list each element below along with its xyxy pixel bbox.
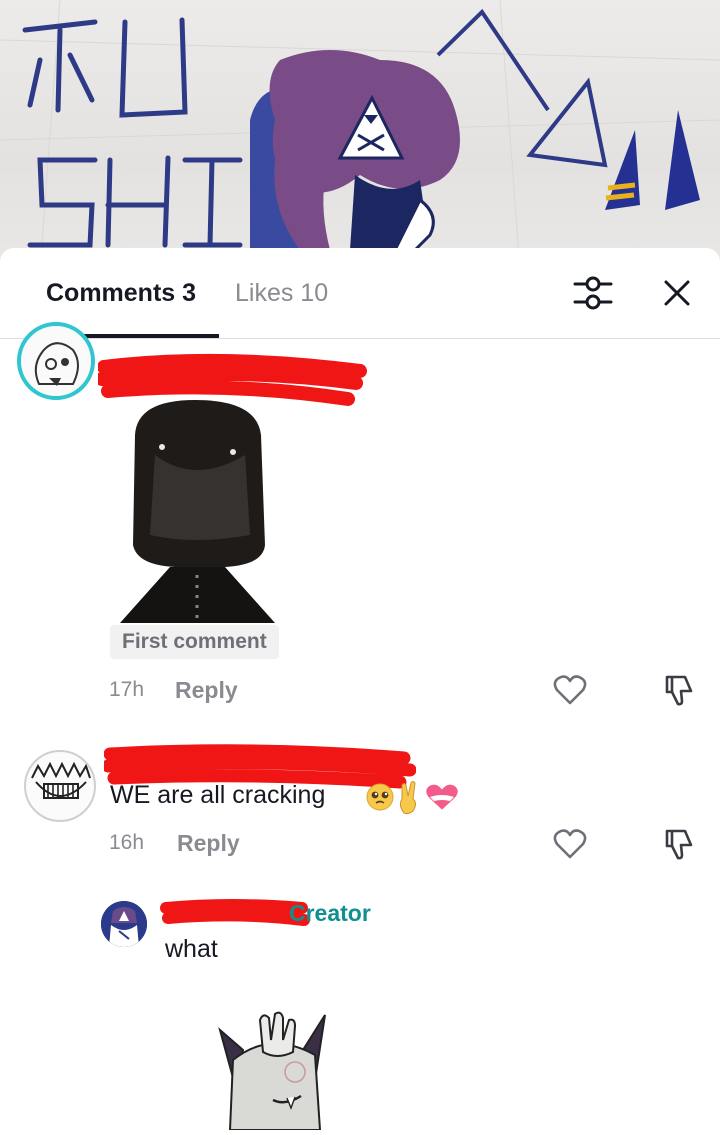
victory-hand-icon: [399, 781, 416, 815]
sticker-image[interactable]: [115, 395, 285, 623]
first-comment-tag: First comment: [110, 625, 279, 659]
heart-icon[interactable]: [553, 828, 587, 865]
artwork-drawing: [0, 0, 720, 270]
artwork-lettering: [22, 17, 243, 248]
heart-icon[interactable]: [553, 674, 587, 711]
comment-timestamp: 17h: [109, 678, 145, 701]
commenter-avatar[interactable]: [17, 322, 95, 400]
sliders-icon[interactable]: [572, 272, 614, 319]
commenter-avatar[interactable]: [24, 750, 96, 822]
tab-comments[interactable]: Comments 3: [46, 278, 196, 308]
reply-button[interactable]: Reply: [175, 676, 238, 704]
reply-button[interactable]: Reply: [177, 829, 240, 857]
creator-avatar[interactable]: [101, 901, 147, 947]
creator-badge: Creator: [289, 900, 371, 926]
close-icon[interactable]: [660, 276, 694, 315]
comment-timestamp: 16h: [109, 831, 145, 854]
redaction-mark: [160, 899, 310, 926]
thumbs-down-icon[interactable]: [663, 827, 695, 866]
thumbs-down-icon[interactable]: [663, 673, 695, 712]
comment-text: what: [165, 935, 218, 963]
sticker-image[interactable]: [215, 1010, 330, 1131]
heart-icon: [424, 782, 460, 813]
emoji-group: [366, 779, 466, 820]
tab-likes[interactable]: Likes 10: [235, 278, 328, 308]
pleading-face-icon: [366, 783, 394, 811]
comment-text: WE are all cracking: [110, 781, 326, 809]
video-artwork: [0, 0, 720, 270]
